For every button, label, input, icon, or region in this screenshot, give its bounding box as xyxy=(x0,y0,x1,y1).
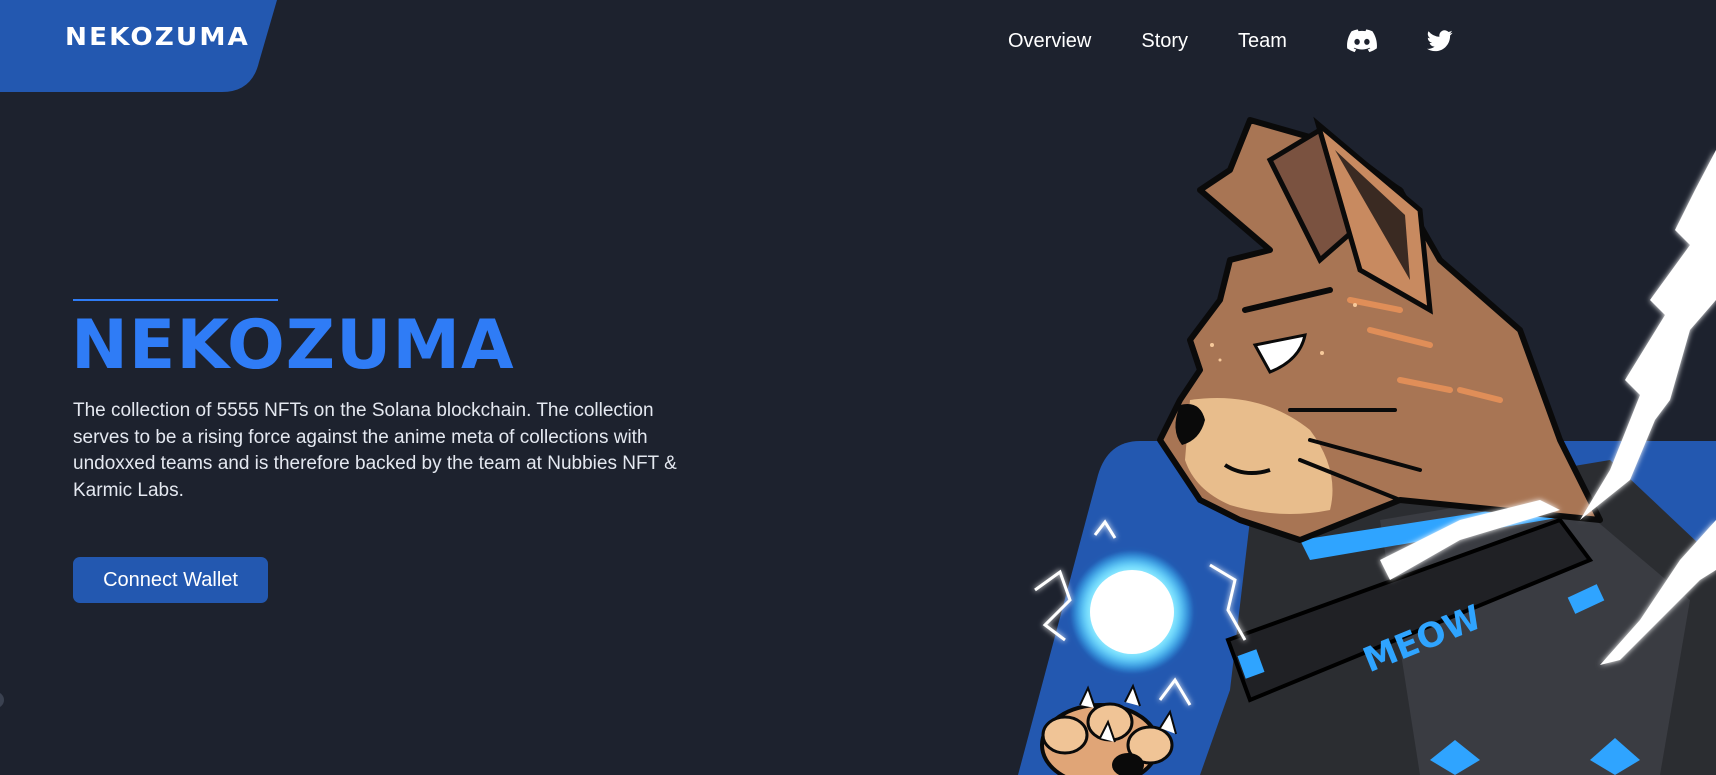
cat-jacket xyxy=(1200,460,1716,775)
hero-description: The collection of 5555 NFTs on the Solan… xyxy=(73,400,677,501)
nav-link-team[interactable]: Team xyxy=(1238,30,1287,53)
discord-icon[interactable] xyxy=(1346,28,1377,54)
cat-ear-front xyxy=(1313,116,1433,315)
energy-orb xyxy=(1070,550,1194,674)
blue-backdrop-panel xyxy=(1018,441,1716,775)
logo-tab[interactable]: NEKOZUMA xyxy=(0,0,280,93)
nav-link-story[interactable]: Story xyxy=(1141,30,1188,53)
cat-eye xyxy=(1252,333,1307,374)
logo-text[interactable]: NEKOZUMA xyxy=(65,22,250,51)
cat-head xyxy=(1157,117,1603,543)
twitter-icon[interactable] xyxy=(1426,28,1457,54)
cat-nose xyxy=(1175,404,1205,445)
cat-ear-back xyxy=(1266,126,1404,265)
cat-muzzle xyxy=(1185,398,1333,514)
landing-page: NEKOZUMA Overview Story Team NEKOZUMA Th… xyxy=(0,0,1716,775)
cat-collar xyxy=(1225,517,1594,703)
collar-text: MEOW xyxy=(1358,598,1487,681)
hero-accent-rule xyxy=(73,299,278,301)
main-nav: Overview Story Team xyxy=(1008,28,1457,54)
scroll-indicator xyxy=(0,692,4,708)
lightning-bolts xyxy=(1380,150,1716,665)
cat-character-illustration: MEOW xyxy=(1018,116,1716,775)
cat-paw xyxy=(1040,683,1177,775)
nav-link-overview[interactable]: Overview xyxy=(1008,30,1091,53)
connect-wallet-button[interactable]: Connect Wallet xyxy=(73,557,268,603)
hero-title: NEKOZUMA xyxy=(71,306,515,385)
